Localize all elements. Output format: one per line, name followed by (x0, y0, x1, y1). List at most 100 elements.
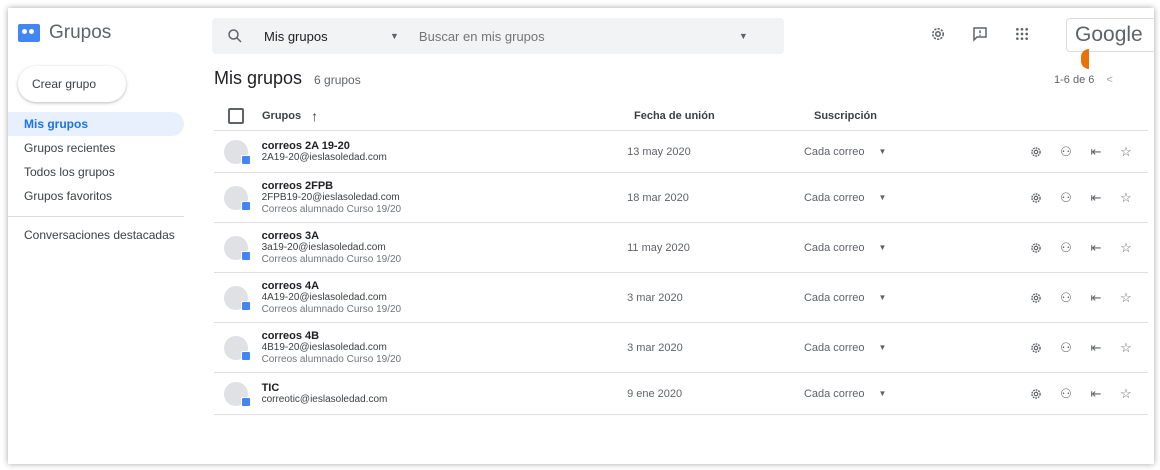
chevron-left-icon[interactable]: < (1106, 74, 1112, 86)
gear-icon[interactable] (1028, 144, 1044, 160)
subscription-select[interactable]: Cada correo ▼ (804, 192, 1028, 204)
group-avatar (224, 285, 251, 311)
chevron-down-icon[interactable]: ▼ (879, 193, 887, 202)
star-icon[interactable]: ☆ (1118, 340, 1134, 356)
gear-icon[interactable] (1028, 290, 1044, 306)
row-actions: ⚇ ⇤ ☆ (1028, 340, 1148, 356)
table-row[interactable]: correos 3A 3a19-20@ieslasoledad.com Corr… (214, 223, 1148, 273)
row-actions: ⚇ ⇤ ☆ (1028, 144, 1148, 160)
add-member-icon[interactable]: ⚇ (1058, 290, 1074, 306)
group-name[interactable]: correos 2FPB (262, 180, 628, 192)
feedback-icon[interactable] (970, 24, 990, 44)
add-member-icon[interactable]: ⚇ (1058, 190, 1074, 206)
select-all-checkbox[interactable] (228, 107, 244, 124)
groups-logo-icon (18, 24, 40, 42)
leave-group-icon[interactable]: ⇤ (1088, 144, 1104, 160)
page-title: Mis grupos 6 grupos (214, 68, 361, 89)
group-name[interactable]: correos 2A 19-20 (262, 140, 628, 152)
subscription-value: Cada correo (803, 241, 865, 254)
star-icon[interactable]: ☆ (1118, 144, 1134, 160)
join-date: 3 mar 2020 (627, 291, 683, 304)
gear-icon[interactable] (1028, 386, 1044, 402)
group-email: 4A19-20@ieslasoledad.com (261, 291, 387, 303)
gear-icon[interactable] (928, 24, 948, 44)
group-name[interactable]: correos 3A (262, 230, 628, 242)
sidebar-item-my-groups[interactable]: Mis grupos (8, 112, 184, 136)
avatar[interactable] (1081, 49, 1089, 70)
leave-group-icon[interactable]: ⇤ (1088, 340, 1104, 356)
apps-grid-icon[interactable] (1012, 24, 1032, 44)
pagination: 1-6 de 6 < (1054, 74, 1113, 86)
sidebar-item-all-groups[interactable]: Todos los grupos (8, 160, 184, 184)
gear-icon[interactable] (1028, 340, 1044, 356)
leave-group-icon[interactable]: ⇤ (1088, 386, 1104, 402)
row-actions: ⚇ ⇤ ☆ (1028, 290, 1148, 306)
sidebar-item-starred-conversations[interactable]: Conversaciones destacadas (8, 223, 184, 247)
leave-group-icon[interactable]: ⇤ (1088, 290, 1104, 306)
leave-group-icon[interactable]: ⇤ (1088, 240, 1104, 256)
add-member-icon[interactable]: ⚇ (1058, 240, 1074, 256)
group-info: correos 3A 3a19-20@ieslasoledad.com Corr… (262, 230, 628, 266)
create-group-button[interactable]: Crear grupo (18, 66, 126, 102)
group-info: correos 2FPB 2FPB19-20@ieslasoledad.com … (262, 180, 628, 216)
group-email: 2A19-20@ieslasoledad.com (261, 151, 387, 163)
join-date: 3 mar 2020 (627, 341, 683, 354)
app-name: Grupos (49, 22, 112, 43)
column-header-groups[interactable]: Grupos ↑ (262, 108, 634, 124)
sidebar-nav: Mis grupos Grupos recientes Todos los gr… (8, 112, 184, 247)
table-row[interactable]: correos 4A 4A19-20@ieslasoledad.com Corr… (214, 273, 1148, 323)
group-info: correos 4A 4A19-20@ieslasoledad.com Corr… (262, 280, 628, 316)
add-member-icon[interactable]: ⚇ (1058, 340, 1074, 356)
column-header-groups-label: Grupos (262, 109, 302, 122)
subscription-select[interactable]: Cada correo ▼ (804, 146, 1028, 158)
subscription-value: Cada correo (803, 387, 865, 400)
add-member-icon[interactable]: ⚇ (1058, 144, 1074, 160)
star-icon[interactable]: ☆ (1118, 190, 1134, 206)
table-row[interactable]: correos 2A 19-20 2A19-20@ieslasoledad.co… (214, 131, 1148, 173)
subscription-select[interactable]: Cada correo ▼ (804, 292, 1028, 304)
join-date: 11 may 2020 (627, 241, 690, 254)
join-date: 13 may 2020 (627, 145, 691, 158)
column-header-date[interactable]: Fecha de unión (634, 110, 814, 122)
group-email: 2FPB19-20@ieslasoledad.com (261, 191, 400, 203)
sort-arrow-up-icon[interactable]: ↑ (311, 108, 318, 124)
search-scope-select[interactable]: Mis grupos (264, 29, 364, 44)
column-header-subscription: Suscripción (814, 109, 877, 122)
chevron-down-icon[interactable]: ▼ (879, 147, 887, 156)
table-row[interactable]: correos 2FPB 2FPB19-20@ieslasoledad.com … (214, 173, 1148, 223)
chevron-down-icon[interactable]: ▼ (879, 343, 887, 352)
app-logo[interactable]: Grupos (18, 22, 111, 44)
subscription-select[interactable]: Cada correo ▼ (804, 242, 1028, 254)
star-icon[interactable]: ☆ (1118, 240, 1134, 256)
google-wordmark: Google (1075, 23, 1143, 46)
row-actions: ⚇ ⇤ ☆ (1028, 240, 1148, 256)
sidebar-item-recent-groups[interactable]: Grupos recientes (8, 136, 184, 160)
chevron-down-icon[interactable]: ▼ (879, 243, 887, 252)
group-name[interactable]: correos 4B (262, 330, 628, 342)
subscription-select[interactable]: Cada correo ▼ (804, 388, 1028, 400)
row-actions: ⚇ ⇤ ☆ (1028, 386, 1148, 402)
google-account[interactable]: Google (1066, 18, 1154, 70)
header-actions (928, 24, 1054, 44)
chevron-down-icon[interactable]: ▼ (390, 31, 399, 41)
add-member-icon[interactable]: ⚇ (1058, 386, 1074, 402)
sidebar-item-favorite-groups[interactable]: Grupos favoritos (8, 184, 184, 208)
table-row[interactable]: correos 4B 4B19-20@ieslasoledad.com Corr… (214, 323, 1148, 373)
gear-icon[interactable] (1028, 240, 1044, 256)
subscription-select[interactable]: Cada correo ▼ (804, 342, 1028, 354)
page-title-text: Mis grupos (214, 68, 303, 88)
search-input[interactable] (418, 28, 729, 44)
star-icon[interactable]: ☆ (1118, 290, 1134, 306)
row-actions: ⚇ ⇤ ☆ (1028, 190, 1148, 206)
chevron-down-icon[interactable]: ▼ (879, 293, 887, 302)
table-row[interactable]: TIC correotic@ieslasoledad.com 9 ene 202… (214, 373, 1148, 415)
group-name[interactable]: TIC (262, 382, 628, 394)
gear-icon[interactable] (1028, 190, 1044, 206)
search-options-icon[interactable]: ▼ (739, 31, 748, 41)
search-icon[interactable] (226, 27, 244, 45)
group-name[interactable]: correos 4A (262, 280, 628, 292)
star-icon[interactable]: ☆ (1118, 386, 1134, 402)
chevron-down-icon[interactable]: ▼ (879, 389, 887, 398)
group-avatar (224, 139, 251, 165)
leave-group-icon[interactable]: ⇤ (1088, 190, 1104, 206)
